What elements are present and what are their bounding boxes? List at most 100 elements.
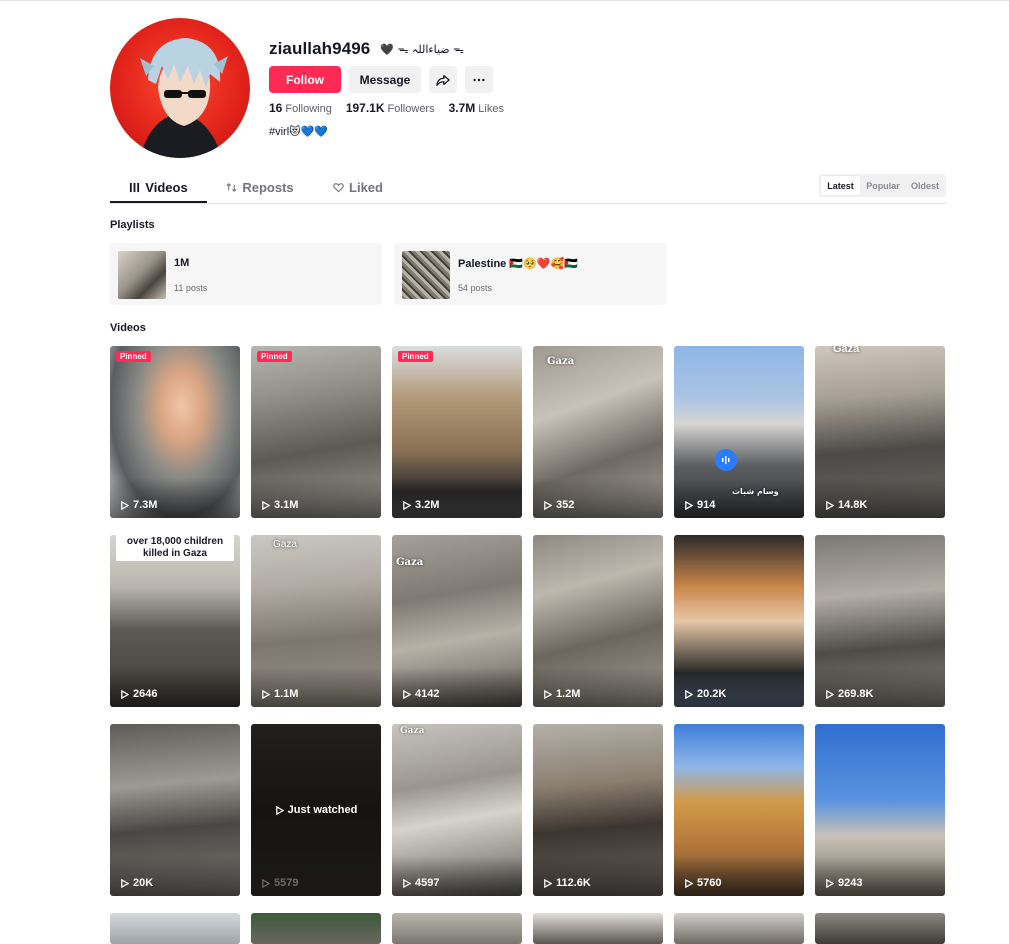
video-tile[interactable] <box>251 913 381 944</box>
video-tile[interactable]: over 18,000 children killed in Gaza 2646 <box>110 535 240 707</box>
playlist-card[interactable]: Palestine 🇵🇸🥺❤️🥰🇵🇸 54 posts <box>394 243 666 305</box>
video-tile[interactable]: 9243 <box>815 724 945 896</box>
video-overlay-text: وسام شبات <box>732 487 779 496</box>
pinned-badge: Pinned <box>116 351 151 362</box>
heart-outline-icon <box>333 183 344 193</box>
pinned-badge: Pinned <box>398 351 433 362</box>
video-tile[interactable]: 1.2M <box>533 535 663 707</box>
video-tile[interactable]: وسام شبات 914 <box>674 346 804 518</box>
video-overlay-text: Gaza <box>547 356 575 367</box>
view-count: 20K <box>120 877 153 889</box>
sort-latest[interactable]: Latest <box>821 176 860 195</box>
profile-bio: #virl😻💙💙 <box>269 126 329 138</box>
active-tab-indicator <box>110 201 207 203</box>
video-tile[interactable]: 20.2K <box>674 535 804 707</box>
grid-icon <box>130 182 140 193</box>
video-tile[interactable]: Pinned 3.2M <box>392 346 522 518</box>
follow-button[interactable]: Follow <box>269 66 341 93</box>
video-tile[interactable]: 20K <box>110 724 240 896</box>
top-divider <box>0 0 1009 1</box>
play-icon <box>403 878 411 888</box>
play-icon <box>403 689 411 699</box>
view-count: 112.6K <box>543 877 591 889</box>
sort-popular[interactable]: Popular <box>862 176 904 195</box>
tab-label: Liked <box>349 180 383 195</box>
video-caption: over 18,000 children killed in Gaza <box>116 535 234 561</box>
tab-reposts[interactable]: Reposts <box>210 172 310 203</box>
play-icon <box>685 500 693 510</box>
play-icon <box>826 878 834 888</box>
video-tile[interactable]: 5760 <box>674 724 804 896</box>
view-count: 5579 <box>261 877 298 889</box>
view-count: 9243 <box>825 877 862 889</box>
followers-stat[interactable]: 197.1K Followers <box>346 101 435 115</box>
audio-badge <box>715 449 737 471</box>
play-icon <box>262 689 270 699</box>
view-count: 3.2M <box>402 499 439 511</box>
view-count: 4142 <box>402 688 439 700</box>
tab-videos[interactable]: Videos <box>110 172 207 203</box>
view-count: 7.3M <box>120 499 157 511</box>
more-options-button[interactable] <box>465 66 493 93</box>
video-tile[interactable] <box>815 913 945 944</box>
profile-avatar[interactable] <box>110 18 250 158</box>
following-stat[interactable]: 16 Following <box>269 101 332 115</box>
play-icon <box>685 878 693 888</box>
video-overlay-text: Gaza <box>833 346 860 355</box>
video-tile[interactable] <box>533 913 663 944</box>
play-icon <box>262 878 270 888</box>
view-count: 1.2M <box>543 688 580 700</box>
view-count: 3.1M <box>261 499 298 511</box>
repost-icon <box>226 183 237 192</box>
view-count: 2646 <box>120 688 157 700</box>
video-tile[interactable]: Gaza 1.1M <box>251 535 381 707</box>
video-tile[interactable]: Gaza 4597 <box>392 724 522 896</box>
video-tile[interactable] <box>110 913 240 944</box>
message-button[interactable]: Message <box>349 66 421 93</box>
view-count: 914 <box>684 499 715 511</box>
playlists-heading: Playlists <box>110 219 155 231</box>
video-tile[interactable]: Pinned 7.3M <box>110 346 240 518</box>
play-icon <box>403 500 411 510</box>
playlist-card[interactable]: 1M 11 posts <box>110 243 382 305</box>
videos-heading: Videos <box>110 322 146 334</box>
video-tile[interactable]: 112.6K <box>533 724 663 896</box>
pinned-badge: Pinned <box>257 351 292 362</box>
more-dots-icon <box>473 78 485 81</box>
video-tile[interactable]: Just watched 5579 <box>251 724 381 896</box>
video-tile[interactable] <box>392 913 522 944</box>
play-icon <box>826 689 834 699</box>
view-count: 14.8K <box>825 499 867 511</box>
video-tile[interactable]: Gaza 352 <box>533 346 663 518</box>
play-icon <box>685 689 693 699</box>
video-overlay-text: Gaza <box>400 726 425 736</box>
sort-oldest[interactable]: Oldest <box>906 176 944 195</box>
play-icon <box>121 878 129 888</box>
likes-stat: 3.7M Likes <box>448 101 504 115</box>
play-icon <box>275 805 284 815</box>
playlist-count: 11 posts <box>174 283 208 293</box>
share-button[interactable] <box>429 66 457 93</box>
view-count: 269.8K <box>825 688 873 700</box>
playlist-count: 54 posts <box>458 283 493 293</box>
video-tile[interactable]: Pinned 3.1M <box>251 346 381 518</box>
tab-liked[interactable]: Liked <box>310 172 406 203</box>
view-count: 352 <box>543 499 574 511</box>
profile-stats: 16 Following 197.1K Followers 3.7M Likes <box>269 101 504 115</box>
video-tile[interactable]: 269.8K <box>815 535 945 707</box>
play-icon <box>262 500 270 510</box>
playlist-name: Palestine 🇵🇸🥺❤️🥰🇵🇸 <box>458 258 578 270</box>
tab-label: Videos <box>145 180 188 195</box>
video-tile[interactable]: Gaza 4142 <box>392 535 522 707</box>
video-overlay-text: Gaza <box>273 539 297 550</box>
play-icon <box>544 878 552 888</box>
just-watched-label: Just watched <box>251 804 381 816</box>
nickname: 🖤 ᯓ ضیاءاللہ ᯓ <box>380 42 464 56</box>
video-tile[interactable] <box>674 913 804 944</box>
username: ziaullah9496 <box>269 39 371 58</box>
audio-wave-icon <box>722 456 730 464</box>
view-count: 4597 <box>402 877 439 889</box>
play-icon <box>121 689 129 699</box>
play-icon <box>121 500 129 510</box>
video-tile[interactable]: Gaza 14.8K <box>815 346 945 518</box>
